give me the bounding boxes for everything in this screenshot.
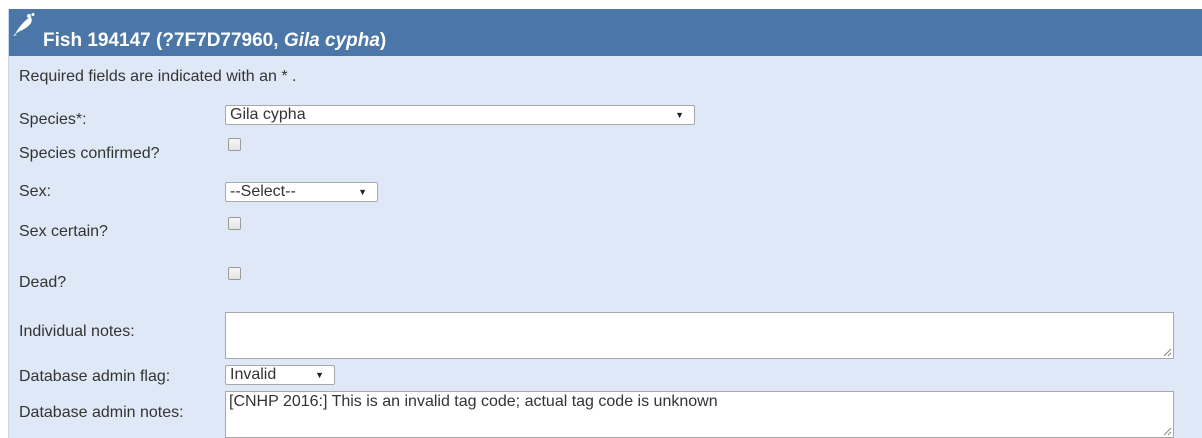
individual-notes-label: Individual notes: xyxy=(19,323,135,340)
sex-certain-checkbox[interactable] xyxy=(228,217,241,230)
fish-icon xyxy=(13,13,35,36)
species-confirmed-checkbox[interactable] xyxy=(228,138,241,151)
admin-notes-value: [CNHP 2016:] This is an invalid tag code… xyxy=(229,393,718,410)
admin-notes-label: Database admin notes: xyxy=(19,404,184,421)
individual-notes-textarea[interactable] xyxy=(225,312,1174,359)
sex-certain-label: Sex certain? xyxy=(19,223,108,240)
sex-label: Sex: xyxy=(19,183,52,200)
admin-flag-label: Database admin flag: xyxy=(19,368,171,385)
species-confirmed-label: Species confirmed? xyxy=(19,145,160,162)
species-value: Gila cypha xyxy=(230,106,306,123)
title-prefix: Fish 194147 (?7F7D77960, xyxy=(43,30,284,51)
admin-flag-value: Invalid xyxy=(230,366,277,383)
resize-grip-icon[interactable] xyxy=(1162,347,1172,357)
resize-grip-icon[interactable] xyxy=(1162,426,1172,436)
panel-header: Fish 194147 (?7F7D77960, Gila cypha) xyxy=(9,9,1202,56)
sex-value: --Select-- xyxy=(230,183,296,200)
species-label: Species*: xyxy=(19,111,87,128)
required-fields-note: Required fields are indicated with an * … xyxy=(19,68,297,85)
panel-title: Fish 194147 (?7F7D77960, Gila cypha) xyxy=(43,30,386,52)
fish-record-panel: Fish 194147 (?7F7D77960, Gila cypha) Req… xyxy=(8,9,1202,438)
dropdown-arrow-icon: ▼ xyxy=(675,110,684,120)
dropdown-arrow-icon: ▼ xyxy=(358,187,367,197)
species-select[interactable]: Gila cypha ▼ xyxy=(225,105,695,125)
title-species: Gila cypha xyxy=(283,30,380,51)
dead-checkbox[interactable] xyxy=(228,267,241,280)
admin-notes-textarea[interactable]: [CNHP 2016:] This is an invalid tag code… xyxy=(225,391,1174,438)
dropdown-arrow-icon: ▼ xyxy=(315,370,324,380)
title-suffix: ) xyxy=(379,30,387,51)
dead-label: Dead? xyxy=(19,274,67,291)
admin-flag-select[interactable]: Invalid ▼ xyxy=(225,365,335,385)
sex-select[interactable]: --Select-- ▼ xyxy=(225,182,378,202)
